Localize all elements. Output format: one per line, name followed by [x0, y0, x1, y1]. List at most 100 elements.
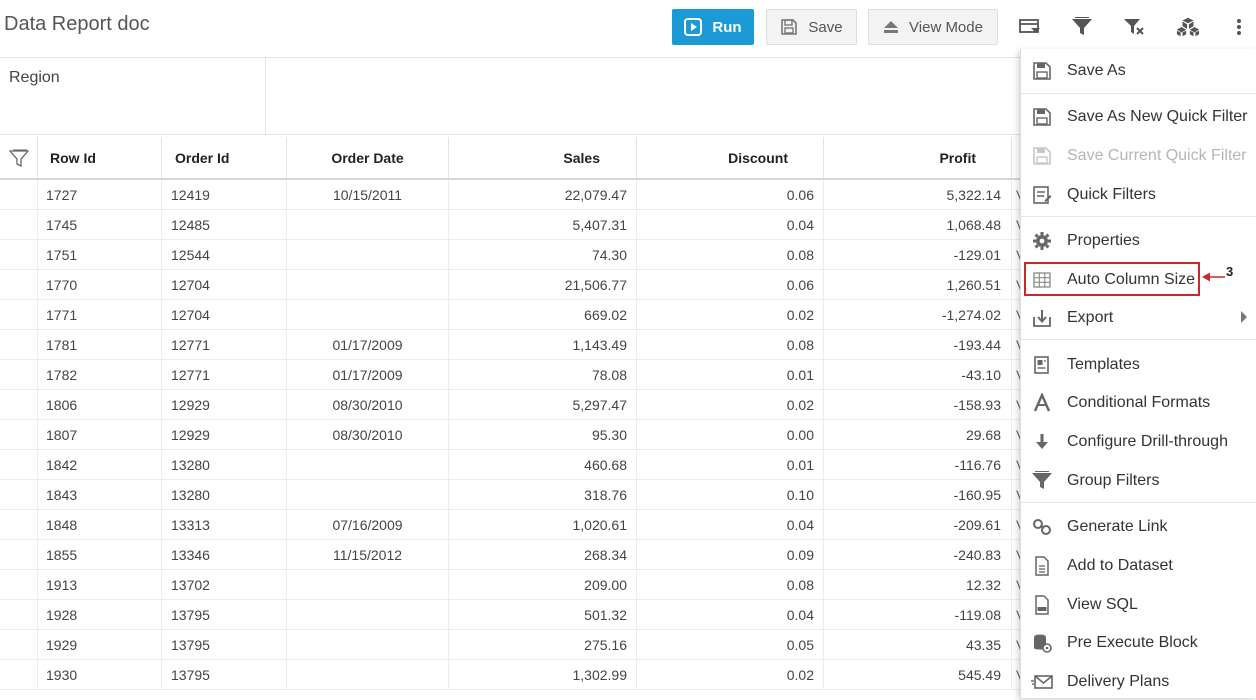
table-row[interactable]: 1727 12419 10/15/2011 22,079.47 0.06 5,322.14…	[0, 180, 1020, 210]
cell-profit: -160.95	[824, 480, 1012, 509]
row-selector[interactable]	[0, 270, 38, 299]
menu-item-properties[interactable]: Properties	[1021, 223, 1256, 259]
cell-discount: 0.01	[637, 450, 824, 479]
column-header-order-id[interactable]: Order Id	[162, 137, 287, 178]
menu-item-save-as-quick-filter[interactable]: Save As New Quick Filter	[1021, 99, 1256, 135]
menu-item-view-sql[interactable]: View SQL	[1021, 587, 1256, 623]
row-selector[interactable]	[0, 210, 38, 239]
row-selector[interactable]	[0, 630, 38, 659]
table-row[interactable]: 177112704 669.020.02-1,274.02V	[0, 300, 1020, 330]
table-row[interactable]: 177012704 21,506.770.061,260.51V	[0, 270, 1020, 300]
cell-order-id: 13280	[162, 450, 287, 479]
menu-item-quick-filters[interactable]: Quick Filters	[1021, 177, 1256, 213]
cell-sales: 275.16	[449, 630, 637, 659]
menu-item-group-filters[interactable]: Group Filters	[1021, 463, 1256, 499]
menu-item-templates[interactable]: Templates	[1021, 347, 1256, 383]
menu-item-generate-link[interactable]: Generate Link	[1021, 509, 1256, 545]
cubes-icon[interactable]	[1176, 16, 1200, 38]
row-selector[interactable]	[0, 330, 38, 359]
column-header-sales[interactable]: Sales	[449, 137, 637, 178]
filter-panel-toggle-icon[interactable]	[1018, 16, 1042, 38]
column-header-row-id[interactable]: Row Id	[38, 137, 162, 178]
row-selector[interactable]	[0, 390, 38, 419]
row-selector[interactable]	[0, 570, 38, 599]
cell-order-id: 13702	[162, 570, 287, 599]
row-selector[interactable]	[0, 420, 38, 449]
menu-item-label: Add to Dataset	[1067, 557, 1173, 574]
row-selector[interactable]	[0, 510, 38, 539]
column-header-order-date[interactable]: Order Date	[287, 137, 449, 178]
cell-order-date	[287, 630, 449, 659]
region-filter-panel[interactable]: Region	[0, 58, 266, 134]
table-row[interactable]: 192813795 501.320.04-119.08V	[0, 600, 1020, 630]
table-row[interactable]: 174512485 5,407.310.041,068.48V	[0, 210, 1020, 240]
table-row[interactable]: 193013795 1,302.990.02545.49V	[0, 660, 1020, 690]
row-selector[interactable]	[0, 300, 38, 329]
cell-order-id: 12544	[162, 240, 287, 269]
menu-item-configure-drill-through[interactable]: Configure Drill-through	[1021, 424, 1256, 460]
table-row[interactable]: 184213280 460.680.01-116.76V	[0, 450, 1020, 480]
table-row[interactable]: 18551334611/15/2012268.340.09-240.83V	[0, 540, 1020, 570]
menu-item-save-as[interactable]: Save As	[1021, 53, 1256, 89]
column-header-discount[interactable]: Discount	[637, 137, 824, 178]
menu-item-pre-execute-block[interactable]: Pre Execute Block	[1021, 625, 1256, 661]
menu-item-label: Export	[1067, 309, 1114, 326]
submenu-arrow-icon	[1241, 311, 1247, 323]
row-selector[interactable]	[0, 600, 38, 629]
row-selector[interactable]	[0, 450, 38, 479]
row-selector[interactable]	[0, 660, 38, 689]
cell-profit: -209.61	[824, 510, 1012, 539]
clear-filter-icon[interactable]	[1122, 16, 1146, 38]
cell-order-id: 13795	[162, 630, 287, 659]
column-filter-icon[interactable]	[0, 137, 38, 178]
cell-discount: 0.04	[637, 510, 824, 539]
row-selector[interactable]	[0, 540, 38, 569]
more-options-icon[interactable]	[1227, 16, 1251, 38]
row-selector[interactable]	[0, 180, 38, 209]
cell-discount: 0.02	[637, 300, 824, 329]
row-selector[interactable]	[0, 360, 38, 389]
table-row[interactable]: 18061292908/30/20105,297.470.02-158.93V	[0, 390, 1020, 420]
view-mode-button[interactable]: View Mode	[868, 9, 998, 45]
menu-item-export[interactable]: Export	[1021, 300, 1256, 336]
menu-item-label: Save As	[1067, 62, 1126, 79]
cell-truncated-column: V	[1012, 360, 1020, 389]
cell-row-id: 1929	[38, 630, 162, 659]
row-selector[interactable]	[0, 480, 38, 509]
database-gear-icon	[1031, 632, 1053, 654]
play-icon	[684, 18, 703, 36]
menu-item-add-to-dataset[interactable]: Add to Dataset	[1021, 548, 1256, 584]
menu-item-save-current-quick-filter: Save Current Quick Filter	[1021, 138, 1256, 174]
cell-truncated-column: V	[1012, 390, 1020, 419]
table-row[interactable]: 184313280 318.760.10-160.95V	[0, 480, 1020, 510]
menu-item-label: Conditional Formats	[1067, 394, 1211, 411]
menu-item-conditional-formats[interactable]: Conditional Formats	[1021, 385, 1256, 421]
cell-order-date	[287, 660, 449, 689]
row-selector[interactable]	[0, 240, 38, 269]
cell-discount: 0.08	[637, 240, 824, 269]
table-row[interactable]: 18071292908/30/201095.300.0029.68V	[0, 420, 1020, 450]
table-row[interactable]: 17821277101/17/200978.080.01-43.10V	[0, 360, 1020, 390]
view-mode-label: View Mode	[909, 18, 983, 36]
save-button[interactable]: Save	[766, 9, 857, 45]
table-row[interactable]: 175112544 74.300.08-129.01V	[0, 240, 1020, 270]
table-row[interactable]: 191313702 209.000.0812.32V	[0, 570, 1020, 600]
table-row[interactable]: 18481331307/16/20091,020.610.04-209.61V	[0, 510, 1020, 540]
cell-profit: -158.93	[824, 390, 1012, 419]
column-header-profit[interactable]: Profit	[824, 137, 1012, 178]
run-button[interactable]: Run	[672, 9, 754, 45]
table-row[interactable]: 192913795 275.160.0543.35V	[0, 630, 1020, 660]
cell-order-date: 11/15/2012	[287, 540, 449, 569]
cell-truncated-column: V	[1012, 270, 1020, 299]
menu-item-delivery-plans[interactable]: Delivery Plans	[1021, 664, 1256, 700]
grid-body: 1727 12419 10/15/2011 22,079.47 0.06 5,322.14…	[0, 180, 1020, 690]
multi-filter-icon[interactable]	[1070, 16, 1094, 38]
cell-truncated-column: V	[1012, 210, 1020, 239]
cell-profit: -1,274.02	[824, 300, 1012, 329]
cell-order-id: 13346	[162, 540, 287, 569]
link-icon	[1031, 516, 1053, 538]
region-label: Region	[9, 69, 60, 86]
cell-discount: 0.04	[637, 600, 824, 629]
table-row[interactable]: 17811277101/17/20091,143.490.08-193.44V	[0, 330, 1020, 360]
cell-sales: 318.76	[449, 480, 637, 509]
